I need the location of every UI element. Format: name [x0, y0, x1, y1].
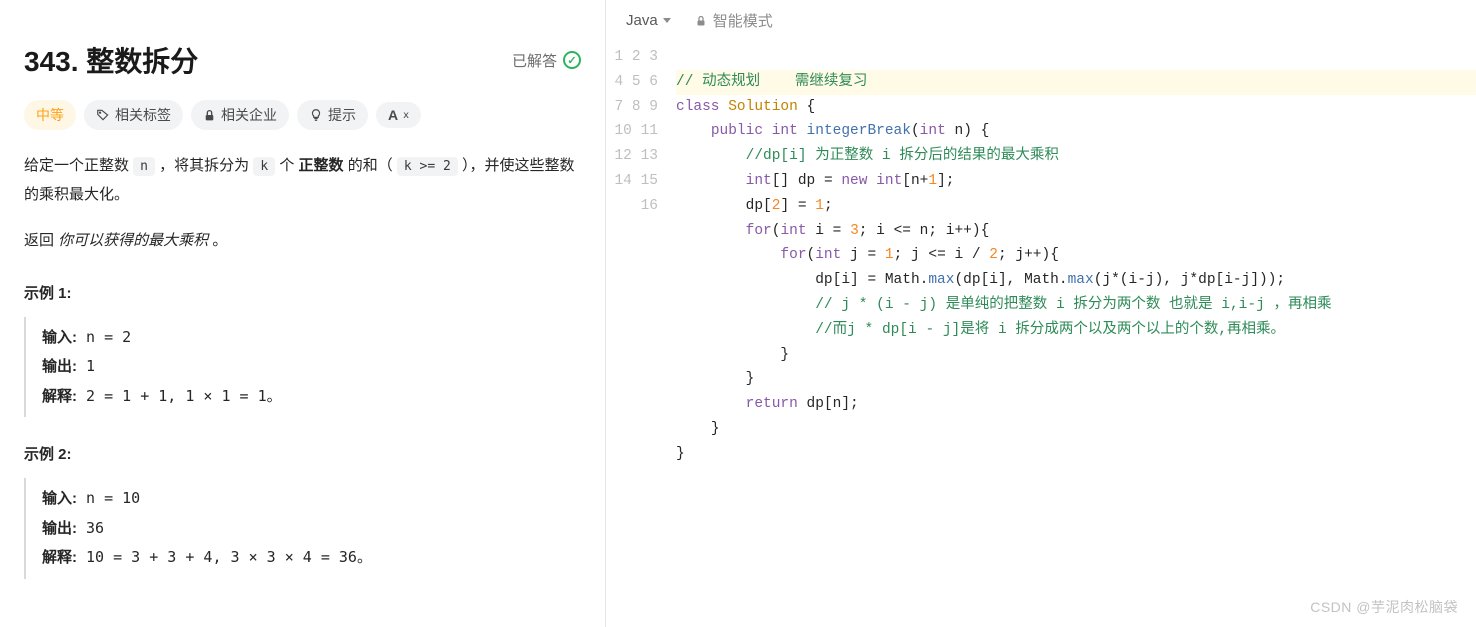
tags-row: 中等 相关标签 相关企业 提示 A𝗑 — [24, 100, 581, 130]
lock-icon — [695, 15, 707, 27]
solved-status: 已解答 ✓ — [512, 50, 581, 71]
smart-mode-button[interactable]: 智能模式 — [695, 10, 773, 31]
example-2-block: 输入: n = 10 输出: 36 解释: 10 = 3 + 3 + 4, 3 … — [24, 478, 581, 579]
problem-title: 343. 整数拆分 — [24, 40, 198, 80]
code-n: n — [133, 157, 155, 176]
watermark: CSDN @芋泥肉松脑袋 — [1310, 597, 1458, 617]
chevron-down-icon — [663, 18, 671, 23]
example-1-block: 输入: n = 2 输出: 1 解释: 2 = 1 + 1, 1 × 1 = 1… — [24, 317, 581, 418]
related-companies-button[interactable]: 相关企业 — [191, 100, 289, 130]
hint-button[interactable]: 提示 — [297, 100, 368, 130]
difficulty-tag[interactable]: 中等 — [24, 100, 76, 130]
problem-panel: 343. 整数拆分 已解答 ✓ 中等 相关标签 相关企业 提示 A𝗑 给定一个正… — [0, 0, 605, 627]
code-k: k — [253, 157, 275, 176]
code-lines[interactable]: // 动态规划 需继续复习 class Solution { public in… — [676, 45, 1476, 627]
title-row: 343. 整数拆分 已解答 ✓ — [24, 40, 581, 80]
line-gutter: 1 2 3 4 5 6 7 8 9 10 11 12 13 14 15 16 — [606, 45, 676, 627]
lock-icon — [203, 109, 216, 122]
bulb-icon — [309, 108, 323, 122]
description-p1: 给定一个正整数 n ，将其拆分为 k 个 正整数 的和（ k >= 2 ），并使… — [24, 152, 581, 209]
description-p2: 返回 你可以获得的最大乘积 。 — [24, 227, 581, 256]
code-editor[interactable]: 1 2 3 4 5 6 7 8 9 10 11 12 13 14 15 16 /… — [606, 41, 1476, 627]
language-select[interactable]: Java — [626, 12, 671, 29]
solved-label: 已解答 — [512, 50, 557, 71]
editor-panel: Java 智能模式 1 2 3 4 5 6 7 8 9 10 11 12 13 … — [606, 0, 1476, 627]
example-2-title: 示例 2: — [24, 443, 581, 464]
related-tags-button[interactable]: 相关标签 — [84, 100, 183, 130]
example-1-title: 示例 1: — [24, 282, 581, 303]
code-k2: k >= 2 — [397, 157, 458, 176]
check-icon: ✓ — [563, 51, 581, 69]
font-size-button[interactable]: A𝗑 — [376, 102, 421, 128]
tag-icon — [96, 108, 110, 122]
editor-header: Java 智能模式 — [606, 0, 1476, 41]
